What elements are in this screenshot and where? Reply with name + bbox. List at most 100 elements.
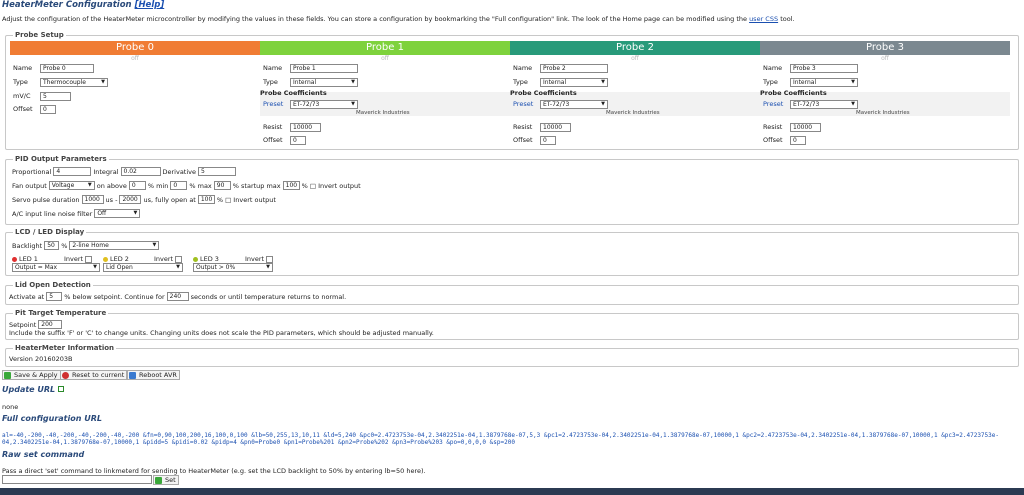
probe-3-resist-input[interactable]: 10000: [790, 123, 821, 132]
reboot-icon: [129, 372, 136, 379]
probe-coefficients-label: Probe Coefficients: [760, 89, 827, 97]
led-2-invert-checkbox[interactable]: [175, 255, 183, 263]
probe-2-resist-input[interactable]: 10000: [540, 123, 571, 132]
backlight-row: Backlight 50 % 2-line Home ▼: [12, 241, 160, 250]
probe-2-type-value: Internal: [543, 79, 567, 86]
probe-2-manufacturer: Maverick Industries: [606, 110, 660, 116]
save-apply-button[interactable]: Save & Apply: [2, 370, 61, 380]
led-2-invert[interactable]: Invert: [154, 255, 183, 263]
probe-3-offset-input[interactable]: 0: [790, 136, 806, 145]
offset-label: Offset: [763, 136, 783, 144]
probe-2-preset-select[interactable]: ET-72/73 ▼: [540, 100, 608, 109]
probe-3-name-input[interactable]: Probe 3: [790, 64, 858, 73]
min-input[interactable]: 0: [170, 181, 188, 190]
led-1-invert-checkbox[interactable]: [85, 255, 93, 263]
probe-2-header: Probe 2: [510, 41, 760, 55]
probe-0-header: Probe 0: [10, 41, 260, 55]
led-2-select[interactable]: Lid Open ▼: [103, 263, 183, 272]
servo-min-input[interactable]: 1000: [81, 195, 104, 204]
update-url-none: none: [2, 403, 19, 411]
check-icon: [4, 372, 11, 379]
led-1-invert[interactable]: Invert: [64, 255, 93, 263]
startup-max-input[interactable]: 100: [282, 181, 300, 190]
footer-bar: [0, 488, 1024, 495]
probe-1-resist-input[interactable]: 10000: [290, 123, 321, 132]
lid-percent-input[interactable]: 5: [46, 292, 63, 301]
led-3-value: Output > 0%: [196, 264, 236, 271]
probe-1-column: Name Probe 1 Type Internal ▼ Probe Coeffi…: [260, 60, 510, 150]
raw-set-desc: Pass a direct 'set' command to linkmeter…: [2, 467, 426, 475]
check-icon: [155, 477, 162, 484]
on-above-input[interactable]: 0: [128, 181, 146, 190]
probe-0-name-input[interactable]: Probe 0: [40, 64, 94, 73]
set-button[interactable]: Set: [153, 475, 179, 485]
fan-output-row: Fan output Voltage ▼ on above 0 % min 0 %…: [12, 181, 361, 190]
set-label: Set: [165, 476, 176, 484]
raw-command-input[interactable]: [2, 475, 152, 484]
led-3-invert[interactable]: Invert: [245, 255, 274, 263]
chevron-down-icon: ▼: [266, 264, 270, 270]
probe-2-type-select[interactable]: Internal ▼: [540, 78, 608, 87]
derivative-input[interactable]: 5: [198, 167, 237, 176]
reset-button[interactable]: Reset to current: [60, 370, 128, 380]
preset-label: Preset: [263, 100, 284, 108]
chevron-down-icon: ▼: [601, 79, 605, 85]
on-above-label: on above: [96, 181, 127, 190]
servo-us-dash: us -: [105, 195, 118, 204]
fan-output-select[interactable]: Voltage ▼: [48, 181, 95, 190]
led-3-select[interactable]: Output > 0% ▼: [193, 263, 273, 272]
full-config-line-2[interactable]: 04,2.3402251e-04,1.3879768e-07,10000,1 &…: [2, 439, 1022, 446]
proportional-input[interactable]: 4: [53, 167, 92, 176]
setpoint-input[interactable]: 200: [38, 320, 63, 329]
update-url-value: none: [2, 403, 18, 411]
fan-invert-label[interactable]: % □ Invert output: [302, 182, 361, 190]
external-link-icon[interactable]: [57, 385, 64, 392]
probe-1-offset-input[interactable]: 0: [290, 136, 306, 145]
probe-coefficients-label: Probe Coefficients: [510, 89, 577, 97]
mvc-label: mV/C: [13, 92, 31, 100]
reboot-avr-button[interactable]: Reboot AVR: [127, 370, 180, 380]
probe-2-offset-input[interactable]: 0: [540, 136, 556, 145]
full-config-title: Full configuration URL: [2, 414, 102, 423]
probe-1-preset-select[interactable]: ET-72/73 ▼: [290, 100, 358, 109]
probe-3-preset-select[interactable]: ET-72/73 ▼: [790, 100, 858, 109]
min-label: % min: [147, 181, 169, 190]
probe-0-type-select[interactable]: Thermocouple ▼: [40, 78, 108, 87]
max-input[interactable]: 90: [213, 181, 231, 190]
integral-input[interactable]: 0.02: [120, 167, 161, 176]
lid-seconds-input[interactable]: 240: [166, 292, 189, 301]
probe-2-preset-value: ET-72/73: [543, 101, 570, 108]
probe-1-type-select[interactable]: Internal ▼: [290, 78, 358, 87]
type-label: Type: [763, 78, 778, 86]
fan-output-label: Fan output: [12, 181, 47, 190]
lcd-mode-select[interactable]: 2-line Home ▼: [69, 241, 160, 250]
resist-label: Resist: [763, 123, 783, 131]
led-1-label: LED 1: [19, 255, 38, 263]
probe-0-column: Name Probe 0 Type Thermocouple ▼ mV/C 5 O…: [10, 60, 260, 150]
user-css-link[interactable]: user CSS: [749, 15, 778, 23]
servo-invert-label[interactable]: % □ Invert output: [217, 196, 276, 204]
ac-filter-select[interactable]: Off ▼: [94, 209, 141, 218]
full-config-line-1[interactable]: al=-40,-200,-40,-200,-40,-200,-40,-200 &…: [2, 432, 1022, 439]
chevron-down-icon: ▼: [101, 79, 105, 85]
led-1-select[interactable]: Output = Max ▼: [12, 263, 100, 272]
lid-open-legend: Lid Open Detection: [13, 281, 93, 289]
probe-0-mvc-input[interactable]: 5: [40, 92, 71, 101]
servo-max-input[interactable]: 2000: [119, 195, 142, 204]
probe-1-name-input[interactable]: Probe 1: [290, 64, 358, 73]
led-3-invert-checkbox[interactable]: [266, 255, 274, 263]
probe-3-type-select[interactable]: Internal ▼: [790, 78, 858, 87]
probe-0-offset-input[interactable]: 0: [40, 105, 56, 114]
fully-open-input[interactable]: 100: [197, 195, 215, 204]
backlight-input[interactable]: 50: [44, 241, 60, 250]
help-link[interactable]: [Help]: [135, 0, 165, 10]
probe-3-manufacturer: Maverick Industries: [856, 110, 910, 116]
intro-body: Adjust the configuration of the HeaterMe…: [2, 15, 747, 23]
update-url-text: Update URL: [2, 385, 56, 394]
fully-open-label: us, fully open at: [143, 195, 196, 204]
save-apply-label: Save & Apply: [14, 371, 58, 379]
probe-2-name-input[interactable]: Probe 2: [540, 64, 608, 73]
ac-filter-label: A/C input line noise filter: [12, 209, 93, 218]
reset-icon: [62, 372, 69, 379]
chevron-down-icon: ▼: [601, 101, 605, 107]
